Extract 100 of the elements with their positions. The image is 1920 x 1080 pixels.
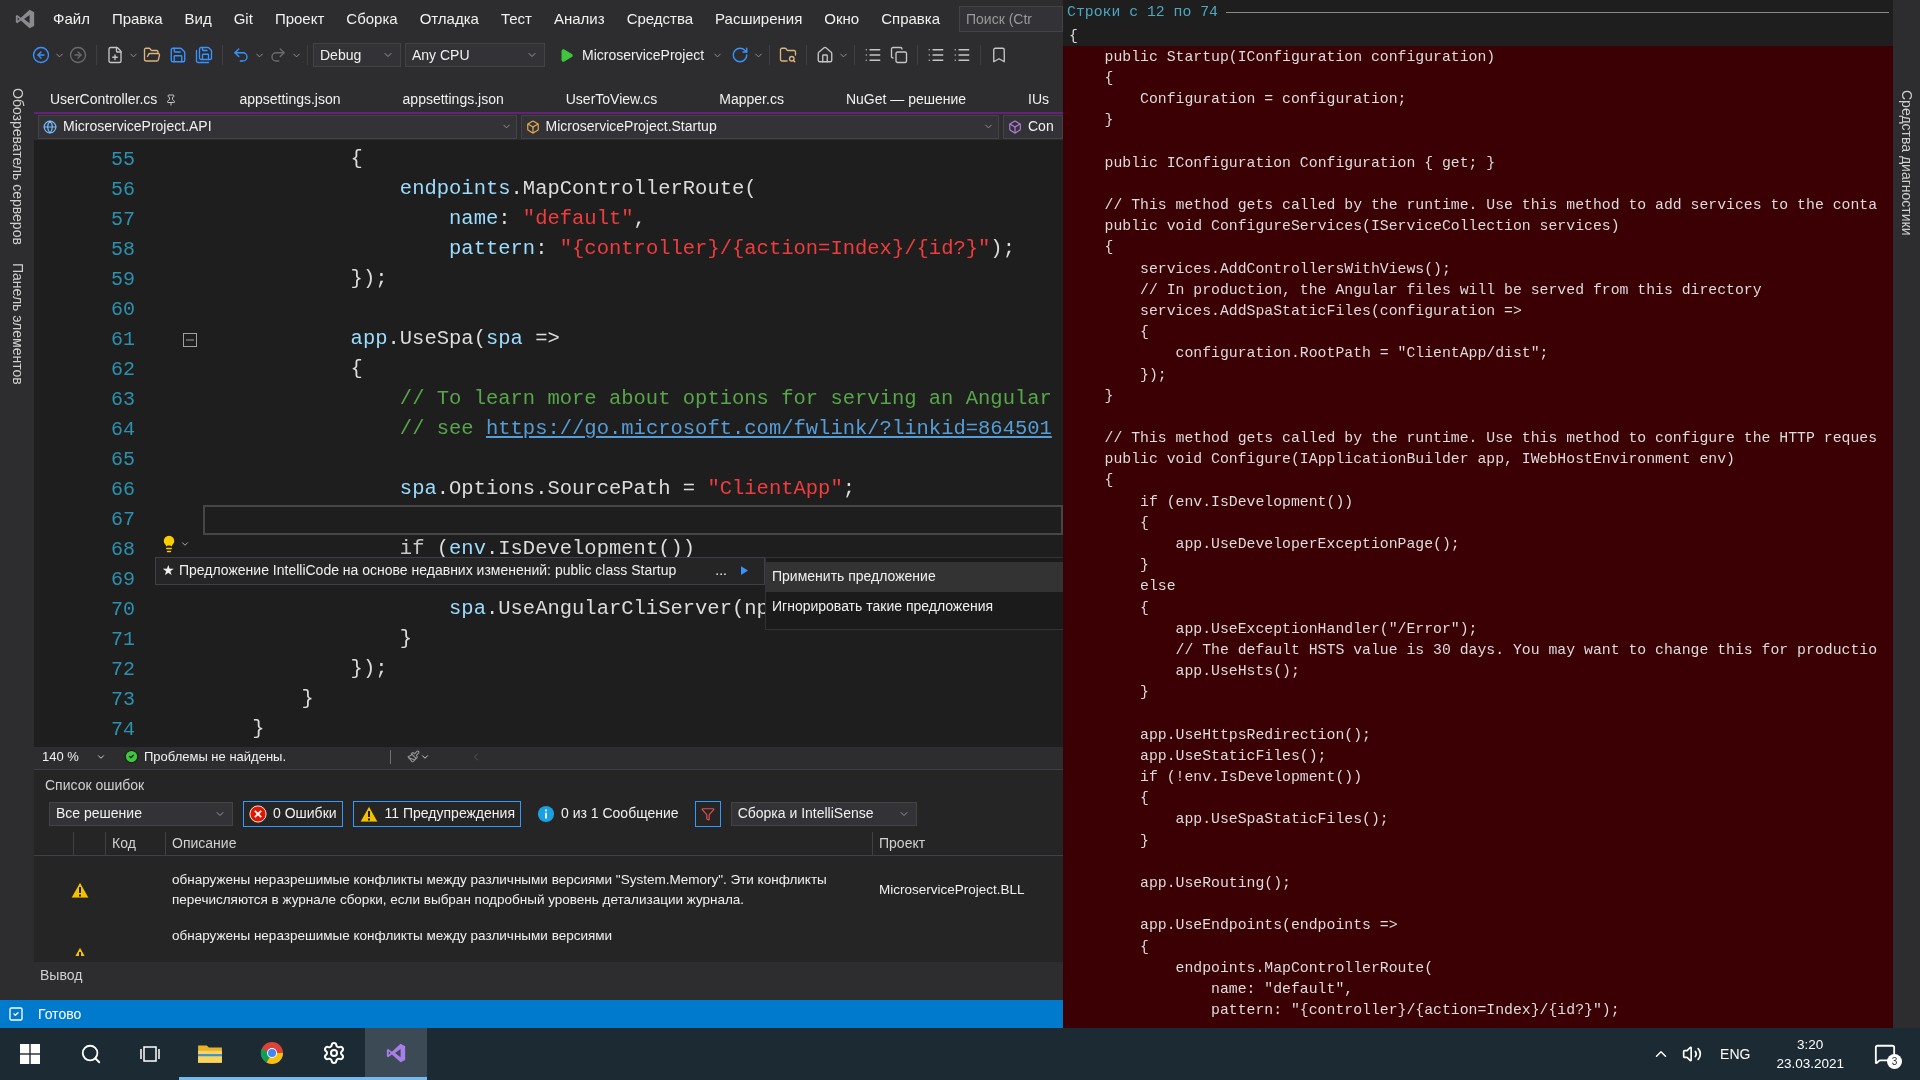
- side-panel-tab[interactable]: Панель элементов: [6, 262, 28, 385]
- suggestion-popup[interactable]: ★ Предложение IntelliCode на основе недавних изменений: public class Startup ...: [155, 556, 765, 585]
- menu-item[interactable]: Окно: [813, 7, 871, 31]
- code-line: {: [350, 146, 363, 173]
- refresh-icon[interactable]: [731, 46, 750, 64]
- home-icon[interactable]: [816, 46, 835, 64]
- menu-item[interactable]: Правка: [100, 7, 174, 31]
- filter-toggle[interactable]: 0 Ошибки: [243, 800, 343, 827]
- column-header[interactable]: Описание: [165, 831, 872, 855]
- search-icon[interactable]: [80, 1043, 102, 1065]
- menu-item[interactable]: Отладка: [408, 7, 490, 31]
- menu-item[interactable]: Средства: [615, 7, 705, 31]
- code-line: configuration.RootPath = "ClientApp/dist";: [1174, 344, 1550, 364]
- list-icon[interactable]: [927, 46, 946, 64]
- file-tab[interactable]: UserController.cs: [42, 87, 232, 112]
- line-number: 57: [110, 206, 135, 233]
- ide-logo-icon: [385, 1041, 407, 1064]
- globe-icon: [43, 119, 57, 134]
- side-panel-tab[interactable]: Средства диагностики: [1896, 90, 1917, 236]
- code-line: {: [1139, 789, 1150, 809]
- code-line: }: [301, 686, 314, 713]
- menu-item[interactable]: Применить предложение: [766, 561, 1063, 592]
- configuration-dropdown[interactable]: Debug: [313, 43, 401, 67]
- menu-item[interactable]: Анализ: [543, 7, 616, 31]
- code-line: spa.Options.SourcePath = "ClientApp";: [399, 476, 856, 503]
- project-dropdown[interactable]: MicroserviceProject.API: [38, 114, 517, 139]
- file-tab[interactable]: NuGet — решение: [837, 87, 1021, 112]
- code-line: Configuration = configuration;: [1139, 90, 1408, 110]
- search-field[interactable]: Поиск (Ctr: [959, 6, 1063, 32]
- collapse-icon[interactable]: [183, 332, 197, 347]
- file-tab[interactable]: appsettings.json: [231, 87, 395, 112]
- zoom-dropdown[interactable]: 140 %: [42, 746, 112, 767]
- speaker-icon[interactable]: [1682, 1044, 1703, 1064]
- menu-item[interactable]: Тест: [489, 7, 543, 31]
- save-all-icon[interactable]: [195, 46, 213, 64]
- back-icon[interactable]: [32, 46, 50, 64]
- line-number: 73: [110, 686, 135, 713]
- file-tab[interactable]: Mapper.cs: [711, 87, 838, 112]
- menu-item[interactable]: Файл: [42, 7, 101, 31]
- new-file-icon[interactable]: [106, 46, 124, 64]
- platform-dropdown[interactable]: Any CPU: [405, 43, 545, 67]
- code-line: {: [1103, 68, 1115, 88]
- source-dropdown[interactable]: Сборка и IntelliSense: [730, 801, 917, 826]
- pin-icon[interactable]: [165, 93, 178, 106]
- peek-title: Строки с 12 по 74: [1067, 3, 1218, 23]
- member-dropdown[interactable]: Con: [1003, 114, 1063, 139]
- error-row[interactable]: обнаружены неразрешимые конфликты между различными версиями "System.Memory". Эти конфликты перечисляются в журнале сборки, если выбран подробный уровень детализации журнала. MicroserviceProject.BLL: [34, 855, 1063, 924]
- task-view-icon[interactable]: [140, 1043, 162, 1065]
- panel-tab[interactable]: Вывод: [40, 964, 83, 986]
- filter-toggle[interactable]: 0 из 1 Сообщение: [530, 800, 685, 827]
- save-icon[interactable]: [169, 46, 187, 64]
- menu-item[interactable]: Справка: [870, 7, 951, 31]
- start-button[interactable]: MicroserviceProject: [555, 43, 728, 67]
- error-row[interactable]: обнаружены неразрешимые конфликты между различными версиями: [34, 923, 1063, 956]
- code-line: public void Configure(IApplicationBuilder app, IWebHostEnvironment env): [1103, 450, 1736, 470]
- folder-icon[interactable]: [143, 46, 161, 64]
- brush-icon[interactable]: [407, 750, 421, 763]
- app-logo-icon: [14, 8, 36, 30]
- code-line: {: [1139, 513, 1150, 533]
- start-icon[interactable]: [20, 1044, 40, 1064]
- clear-filter-button[interactable]: [694, 800, 721, 827]
- menu-item[interactable]: Расширения: [704, 7, 814, 31]
- code-line: // To learn more about options for serving an Angular: [399, 386, 1052, 413]
- menu-item[interactable]: Вид: [173, 7, 223, 31]
- column-header[interactable]: Код: [105, 831, 165, 855]
- file-tab[interactable]: appsettings.json: [394, 87, 558, 112]
- menu-item[interactable]: Сборка: [335, 7, 409, 31]
- list-icon[interactable]: [953, 46, 972, 64]
- code-line: {: [1103, 471, 1115, 491]
- line-number: 66: [110, 476, 135, 503]
- star-mark: ★: [162, 561, 175, 581]
- folder-search-icon[interactable]: [779, 46, 798, 64]
- language-indicator[interactable]: ENG: [1720, 1043, 1751, 1065]
- undo-icon[interactable]: [232, 46, 250, 64]
- code-line: {: [1139, 937, 1150, 957]
- class-icon: [525, 119, 540, 134]
- menu-item[interactable]: Проект: [263, 7, 336, 31]
- notifications-icon[interactable]: [1874, 1043, 1896, 1065]
- line-number: 65: [110, 446, 135, 473]
- scope-dropdown[interactable]: Все решение: [49, 801, 233, 826]
- panel-title: Список ошибок: [45, 775, 145, 795]
- code-line: name: "default",: [449, 206, 646, 233]
- copy-icon[interactable]: [890, 46, 909, 64]
- file-tab[interactable]: IUs: [1020, 87, 1063, 112]
- type-dropdown[interactable]: MicroserviceProject.Startup: [520, 114, 999, 139]
- forward-icon[interactable]: [69, 46, 87, 64]
- menu-item[interactable]: Git: [222, 7, 264, 31]
- list-icon[interactable]: [864, 46, 883, 64]
- code-line: app.UseRouting();: [1139, 874, 1292, 893]
- code-line: app.UseSpaStaticFiles();: [1174, 810, 1390, 830]
- clock[interactable]: 3:20 23.03.2021: [1776, 1035, 1844, 1073]
- more-mark: ...: [715, 561, 727, 581]
- side-panel-tab[interactable]: Обозреватель серверов: [6, 88, 28, 245]
- redo-icon[interactable]: [269, 46, 287, 64]
- link[interactable]: https://go.microsoft.com/fwlink/?linkid=864501: [485, 414, 1052, 446]
- file-tab[interactable]: UserToView.cs: [557, 87, 712, 112]
- status-icon: [8, 1006, 24, 1022]
- code-line: if (!env.IsDevelopment()): [1139, 768, 1364, 788]
- menu-item[interactable]: Игнорировать такие предложения: [766, 591, 1063, 622]
- filter-toggle[interactable]: 11 Предупреждения: [352, 800, 521, 827]
